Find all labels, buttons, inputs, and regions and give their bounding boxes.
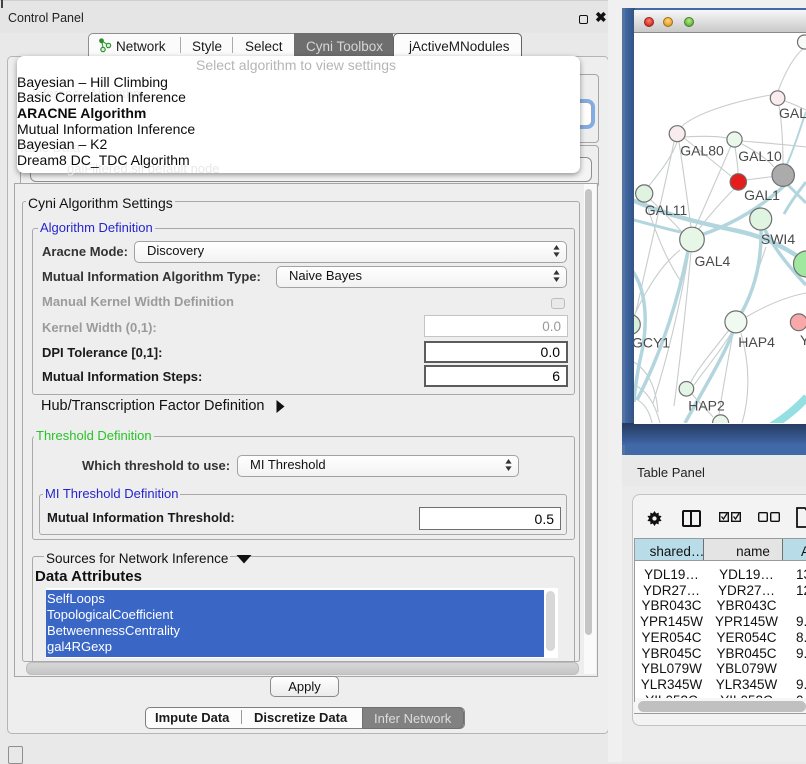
- svg-text:GAL11: GAL11: [645, 202, 688, 218]
- svg-text:SWI4: SWI4: [761, 231, 795, 247]
- svg-text:GAL8: GAL8: [779, 105, 806, 121]
- svg-text:GAL80: GAL80: [680, 143, 724, 159]
- svg-text:HAP4: HAP4: [738, 334, 775, 350]
- svg-text:GCY1: GCY1: [634, 335, 670, 351]
- svg-text:GAL4: GAL4: [694, 253, 730, 269]
- svg-text:Y: Y: [800, 332, 806, 348]
- svg-text:HAP2: HAP2: [688, 398, 725, 414]
- svg-text:GAL1: GAL1: [744, 187, 780, 203]
- svg-text:GAL10: GAL10: [738, 148, 782, 164]
